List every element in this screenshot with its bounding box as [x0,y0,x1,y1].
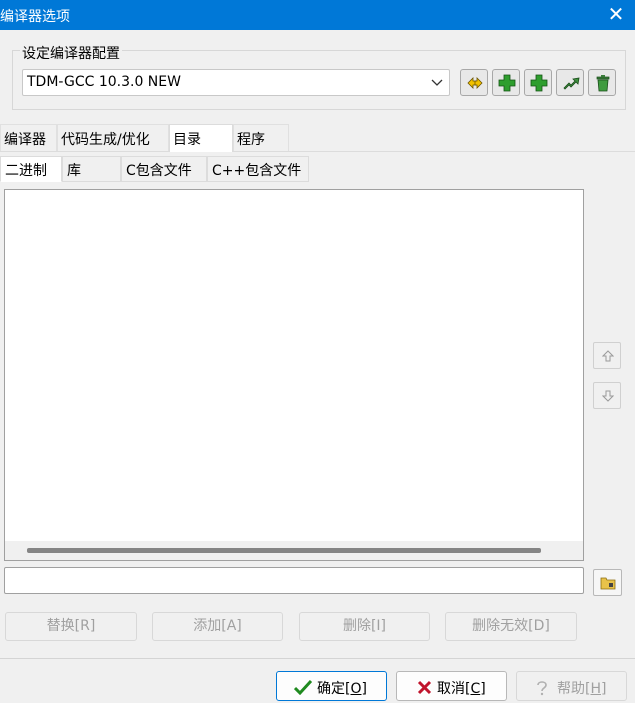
browse-folder-button[interactable] [593,569,622,596]
ok-label: 确定[O] [317,681,367,697]
delete-config-button[interactable] [588,69,616,96]
directory-path-input[interactable] [4,567,584,594]
ok-button[interactable]: 确定[O] [276,671,387,701]
delete-button[interactable]: 删除[I] [299,612,430,641]
add-config-button[interactable] [492,69,520,96]
arrow-down-icon [602,390,614,402]
arrow-up-icon [602,350,614,362]
replace-button[interactable]: 替换[R] [5,612,137,641]
close-icon[interactable]: ✕ [605,3,627,25]
help-button[interactable]: 帮助[H] [516,671,627,701]
subtab-binaries[interactable]: 二进制 [0,156,62,182]
delete-icon [596,75,610,92]
folder-icon [600,577,616,590]
add-icon [498,74,516,92]
move-down-button[interactable] [593,382,621,409]
help-icon [537,681,547,696]
tab-compiler[interactable]: 编译器 [0,124,57,151]
title-bar: 编译器选项 ✕ [0,0,635,30]
rename-icon [467,77,483,89]
subtab-c-includes[interactable]: C包含文件 [121,156,207,182]
tab-directories[interactable]: 目录 [169,124,233,152]
export-icon [563,77,580,90]
subtab-cpp-includes[interactable]: C++包含文件 [207,156,309,182]
scrollbar-thumb[interactable] [27,548,541,553]
move-up-button[interactable] [593,342,621,369]
x-icon [417,680,432,695]
export-config-button[interactable] [556,69,584,96]
tab-codegen[interactable]: 代码生成/优化 [57,124,169,151]
subtab-libraries[interactable]: 库 [62,156,121,182]
check-icon [294,680,312,695]
tab-programs[interactable]: 程序 [233,124,289,151]
add-button[interactable]: 添加[A] [152,612,283,641]
help-label: 帮助[H] [557,681,607,697]
compiler-config-select[interactable]: TDM-GCC 10.3.0 NEW [22,69,450,96]
horizontal-scrollbar[interactable] [5,541,583,560]
add-copy-icon [530,74,548,92]
cancel-button[interactable]: 取消[C] [396,671,507,701]
compiler-config-value: TDM-GCC 10.3.0 NEW [27,74,181,90]
delete-invalid-button[interactable]: 删除无效[D] [445,612,577,641]
add-copy-config-button[interactable] [524,69,552,96]
compiler-config-label: 设定编译器配置 [20,43,122,63]
chevron-down-icon [431,79,443,86]
directory-list[interactable] [4,189,584,561]
window-title: 编译器选项 [0,9,70,25]
cancel-label: 取消[C] [437,681,486,697]
rename-config-button[interactable] [460,69,488,96]
